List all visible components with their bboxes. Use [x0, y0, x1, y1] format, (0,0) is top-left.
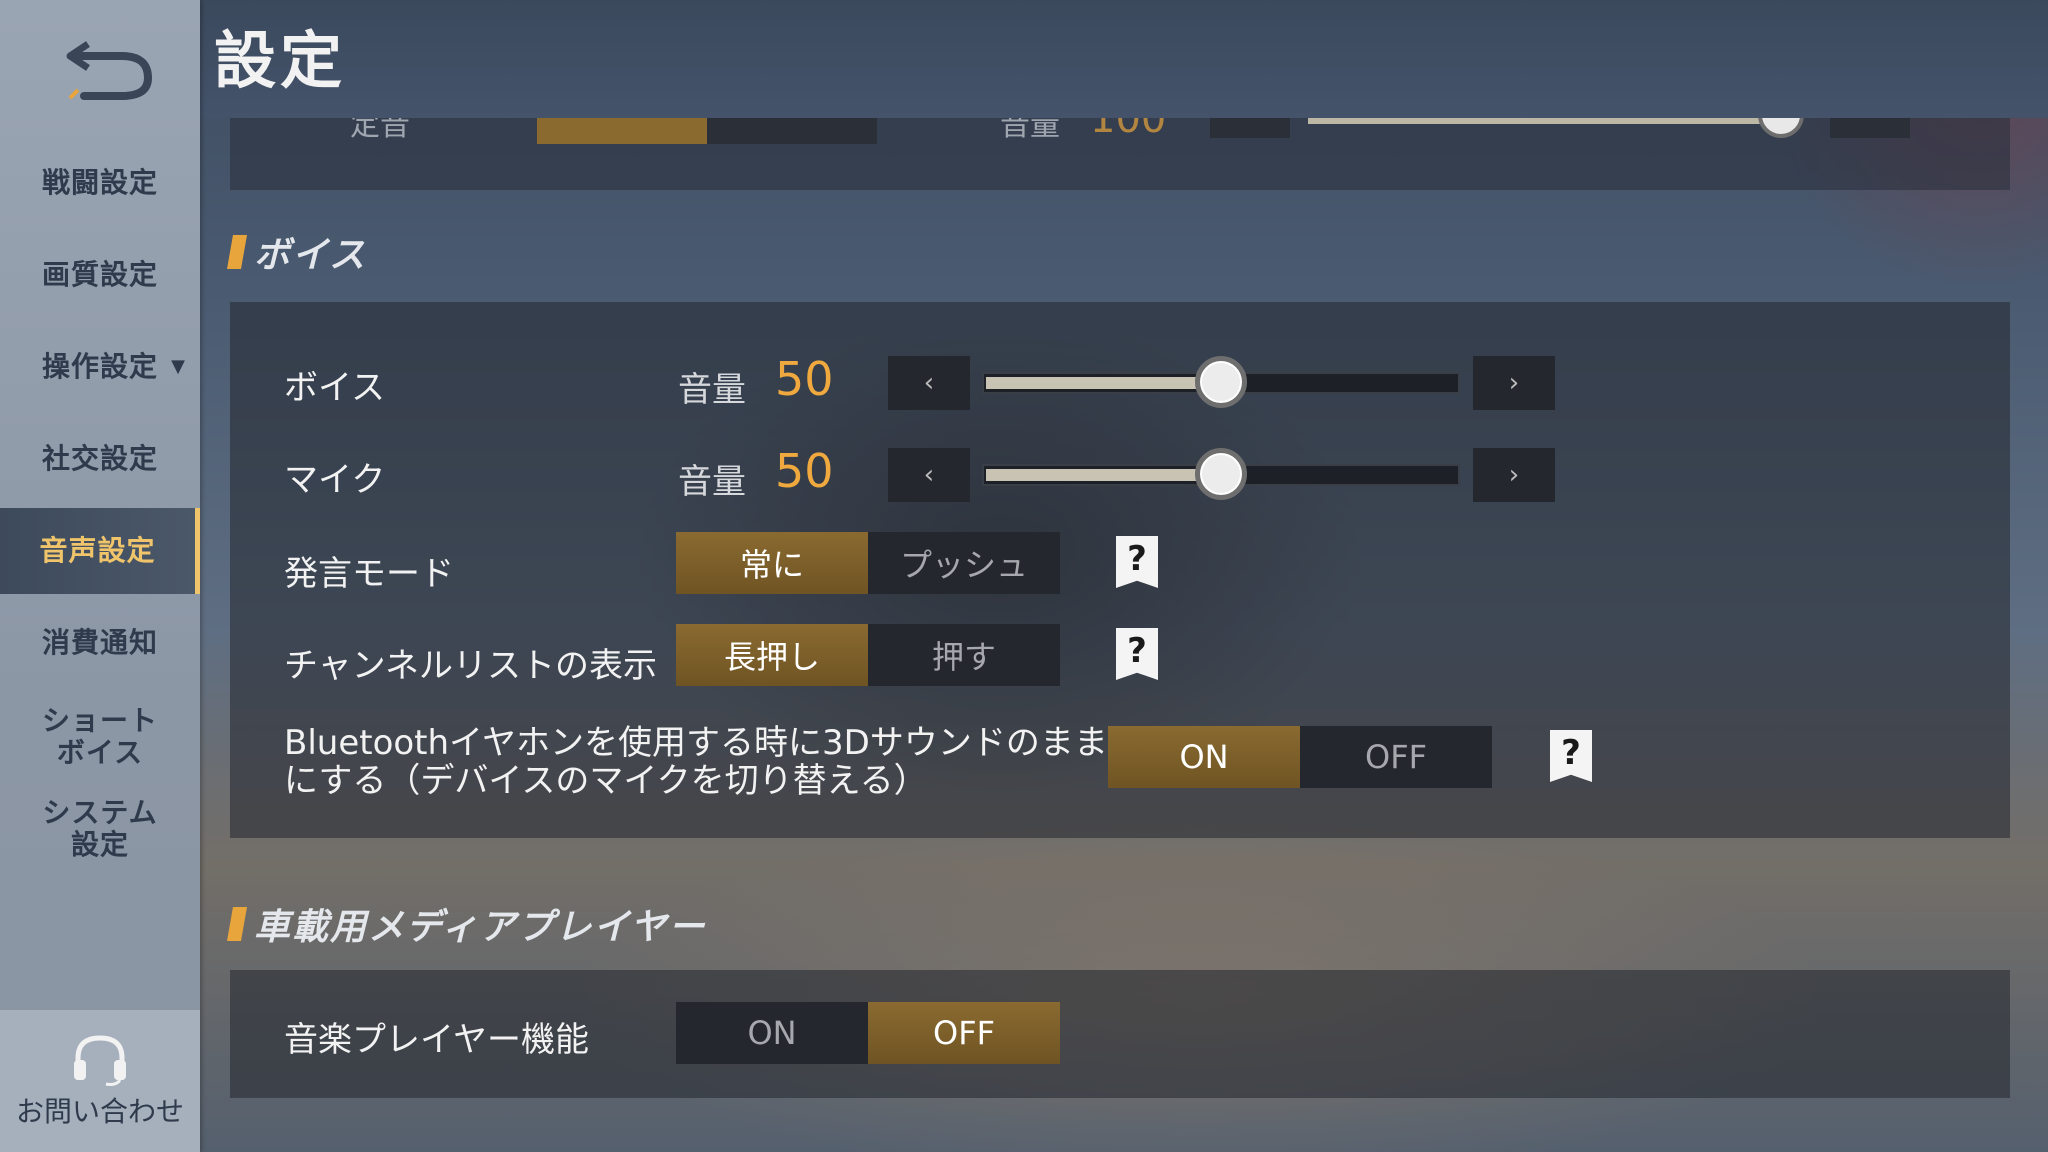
back-button[interactable] — [60, 26, 160, 106]
slider-thumb[interactable] — [1195, 448, 1247, 500]
sidebar-item-short-voice[interactable]: ショートボイス — [0, 694, 200, 780]
bluetooth-3d-help-icon[interactable]: ? — [1550, 730, 1592, 782]
chevron-right-icon: › — [1508, 460, 1520, 490]
voice-volume-label: 音量 — [678, 370, 746, 410]
media-section-heading: 車載用メディアプレイヤー — [227, 898, 707, 950]
sidebar-item-controls[interactable]: 操作設定 ▼ — [0, 324, 200, 410]
sidebar-item-label: 操作設定 — [41, 349, 158, 383]
mic-volume-label: 音量 — [678, 462, 746, 502]
sidebar-item-label: 画質設定 — [41, 257, 158, 291]
page-title: 設定 — [214, 24, 347, 97]
voice-row-label: ボイス — [284, 368, 385, 408]
section-title: 車載用メディアプレイヤー — [254, 907, 707, 948]
chevron-right-icon: › — [1508, 368, 1520, 398]
sidebar-item-label: 社交設定 — [41, 441, 158, 475]
slider-thumb[interactable] — [1195, 356, 1247, 408]
partial-volume-slider[interactable] — [1308, 118, 1778, 124]
bluetooth-3d-label-line2: にする（デバイスのマイクを切り替える） — [284, 761, 928, 801]
mic-increase-button[interactable]: › — [1473, 448, 1555, 502]
sidebar-item-label: 戦闘設定 — [41, 165, 158, 199]
voice-volume-slider[interactable] — [982, 356, 1460, 408]
sidebar-item-purchase-notice[interactable]: 消費通知 — [0, 600, 200, 686]
contact-button[interactable]: お問い合わせ — [0, 1010, 200, 1152]
sidebar: 戦闘設定 画質設定 操作設定 ▼ 社交設定 音声設定 消費通知 ショートボイス シ… — [0, 0, 200, 1152]
voice-decrease-button[interactable]: ‹ — [888, 356, 970, 410]
mic-row-label: マイク — [284, 460, 386, 500]
bluetooth-3d-label-line1: Bluetoothイヤホンを使用する時に3Dサウンドのまま — [284, 723, 1108, 763]
sidebar-item-audio[interactable]: 音声設定 — [0, 508, 200, 594]
sidebar-item-label: 音声設定 — [39, 533, 156, 567]
mic-volume-slider[interactable] — [982, 448, 1460, 500]
sidebar-item-label: システム設定 — [42, 795, 158, 861]
speak-mode-help-icon[interactable]: ? — [1116, 536, 1158, 588]
bluetooth-3d-off-option[interactable]: OFF — [1300, 726, 1492, 788]
contact-label: お問い合わせ — [15, 1095, 184, 1128]
sidebar-item-social[interactable]: 社交設定 — [0, 416, 200, 502]
speak-mode-always-option[interactable]: 常に — [676, 532, 868, 594]
speak-mode-label: 発言モード — [284, 554, 454, 594]
sidebar-item-label: 消費通知 — [41, 625, 158, 659]
back-arrow-icon — [66, 41, 153, 100]
sidebar-item-battle[interactable]: 戦闘設定 — [0, 140, 200, 226]
channel-list-press-option[interactable]: 押す — [868, 624, 1060, 686]
section-accent-bar — [227, 235, 247, 269]
sidebar-item-label: ショートボイス — [41, 703, 158, 769]
section-title: ボイス — [254, 235, 367, 276]
music-player-on-option[interactable]: ON — [676, 1002, 868, 1064]
slider-fill — [986, 469, 1221, 481]
music-player-label: 音楽プレイヤー機能 — [284, 1020, 589, 1060]
channel-list-help-icon[interactable]: ? — [1116, 628, 1158, 680]
headset-icon — [74, 1035, 126, 1086]
speak-mode-push-option[interactable]: プッシュ — [868, 532, 1060, 594]
partial-decrease-button[interactable] — [1210, 118, 1290, 138]
section-accent-bar — [227, 907, 247, 941]
music-player-off-option[interactable]: OFF — [868, 1002, 1060, 1064]
mic-volume-value: 50 — [775, 444, 834, 498]
mic-decrease-button[interactable]: ‹ — [888, 448, 970, 502]
voice-section-heading: ボイス — [227, 226, 367, 278]
voice-volume-value: 50 — [775, 352, 834, 406]
chevron-left-icon: ‹ — [923, 460, 935, 490]
media-settings-panel: 音楽プレイヤー機能 ON OFF — [230, 970, 2010, 1098]
partial-on-toggle[interactable] — [537, 118, 707, 144]
header-bar — [200, 0, 2048, 118]
voice-increase-button[interactable]: › — [1473, 356, 1555, 410]
partial-increase-button[interactable] — [1830, 118, 1910, 138]
caret-down-icon: ▼ — [171, 355, 186, 377]
slider-fill — [986, 377, 1221, 389]
sidebar-item-graphics[interactable]: 画質設定 — [0, 232, 200, 318]
channel-list-label: チャンネルリストの表示 — [284, 646, 657, 686]
sidebar-item-system[interactable]: システム設定 — [0, 786, 200, 872]
previous-settings-panel: 定音 音量 100 — [230, 92, 2010, 190]
partial-off-toggle[interactable] — [707, 118, 877, 144]
voice-settings-panel: ボイス 音量 50 ‹ › マイク 音量 50 ‹ › 発言モード 常に プッシ… — [230, 302, 2010, 838]
chevron-left-icon: ‹ — [923, 368, 935, 398]
channel-list-long-press-option[interactable]: 長押し — [676, 624, 868, 686]
bluetooth-3d-on-option[interactable]: ON — [1108, 726, 1300, 788]
